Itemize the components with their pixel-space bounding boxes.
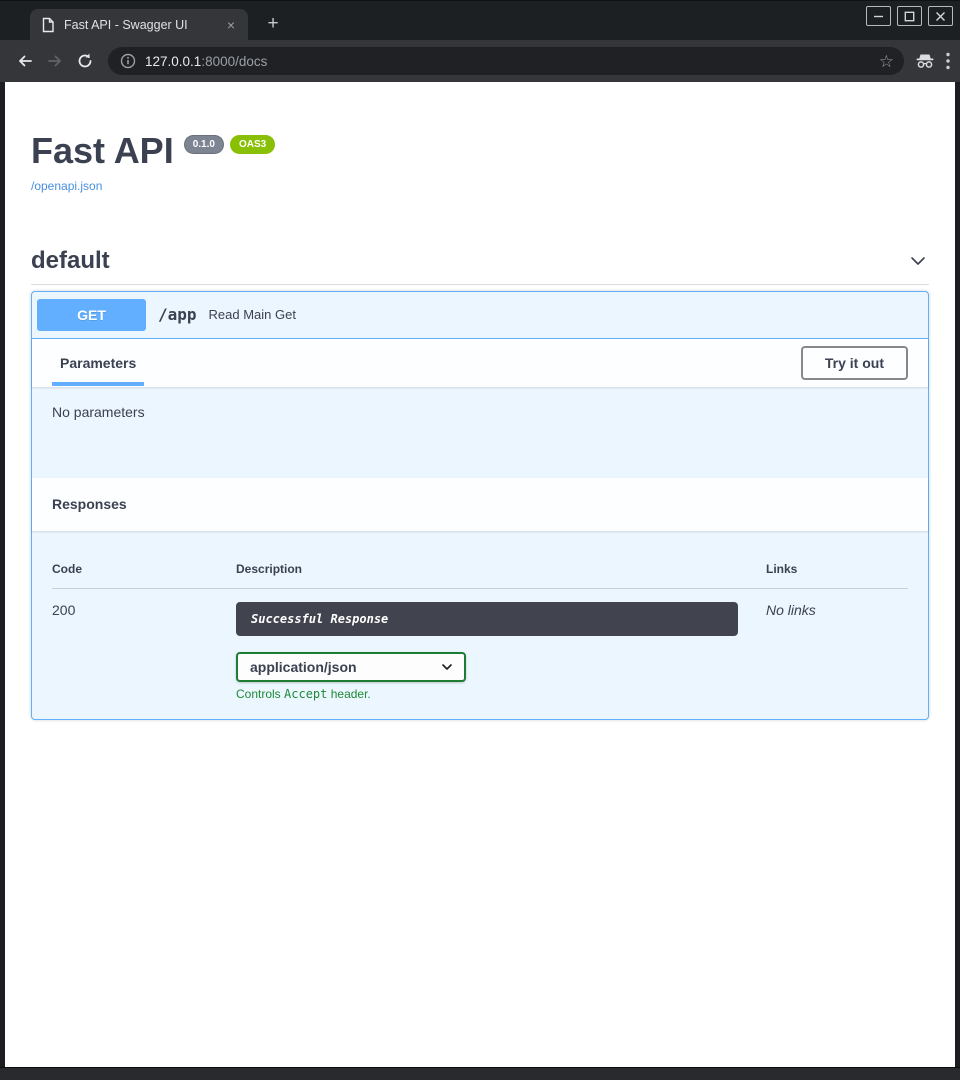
- column-links: Links: [766, 562, 908, 576]
- site-info-icon[interactable]: [120, 53, 136, 69]
- accept-note-code: Accept: [284, 687, 327, 701]
- page-icon: [40, 17, 56, 33]
- response-description: Successful Response: [236, 602, 738, 636]
- api-info: Fast API 0.1.0 OAS3 /openapi.json: [31, 132, 929, 195]
- responses-header: Responses: [32, 478, 928, 531]
- responses-body: Code Description Links 200 Successful Re…: [32, 531, 928, 719]
- operation-path: /app: [158, 305, 197, 324]
- column-description: Description: [236, 562, 766, 576]
- titlebar: Fast API - Swagger UI × +: [0, 0, 960, 40]
- openapi-spec-link[interactable]: /openapi.json: [31, 179, 102, 193]
- accept-note-suffix: header.: [327, 687, 370, 701]
- window-frame-bottom: [0, 1067, 960, 1080]
- page-title: Fast API: [31, 132, 174, 170]
- tag-section-default: default GET /app Read Main Get Param: [31, 247, 929, 720]
- method-badge: GET: [37, 299, 146, 331]
- response-description-cell: Successful Response application/json: [236, 602, 766, 701]
- back-icon[interactable]: [10, 46, 40, 76]
- parameters-body: No parameters: [32, 387, 928, 478]
- oas-badge: OAS3: [230, 135, 275, 154]
- browser-window: Fast API - Swagger UI × +: [0, 0, 960, 1080]
- api-badges: 0.1.0 OAS3: [184, 135, 275, 154]
- response-code: 200: [52, 602, 236, 701]
- parameters-header: Parameters Try it out: [32, 339, 928, 387]
- opblock-summary[interactable]: GET /app Read Main Get: [32, 292, 928, 339]
- incognito-icon: [914, 51, 936, 71]
- chevron-down-icon[interactable]: [907, 250, 929, 272]
- response-links: No links: [766, 602, 908, 701]
- menu-icon[interactable]: [946, 52, 950, 70]
- page-content: Fast API 0.1.0 OAS3 /openapi.json defaul…: [5, 82, 955, 1067]
- reload-icon[interactable]: [70, 46, 100, 76]
- close-icon[interactable]: [928, 6, 953, 26]
- tab-close-icon[interactable]: ×: [222, 16, 240, 34]
- responses-title: Responses: [52, 496, 127, 512]
- responses-table-header: Code Description Links: [52, 562, 908, 589]
- url-path: :8000/docs: [201, 54, 267, 69]
- media-type-value: application/json: [250, 659, 440, 675]
- opblock-get-app: GET /app Read Main Get Parameters Try it…: [31, 291, 929, 720]
- tab-title: Fast API - Swagger UI: [64, 18, 222, 32]
- address-bar[interactable]: 127.0.0.1:8000/docs ☆: [108, 47, 904, 75]
- media-type-select[interactable]: application/json: [236, 652, 466, 682]
- window-controls: [866, 6, 953, 26]
- accept-header-note: Controls Accept header.: [236, 687, 766, 701]
- version-badge: 0.1.0: [184, 135, 224, 154]
- no-parameters-message: No parameters: [52, 404, 145, 420]
- accept-note-prefix: Controls: [236, 687, 284, 701]
- table-row: 200 Successful Response application/json: [52, 589, 908, 701]
- try-it-out-button[interactable]: Try it out: [801, 346, 908, 380]
- url-host: 127.0.0.1: [145, 54, 201, 69]
- browser-tab[interactable]: Fast API - Swagger UI ×: [30, 9, 248, 41]
- column-code: Code: [52, 562, 236, 576]
- new-tab-icon[interactable]: +: [260, 11, 286, 37]
- url-text: 127.0.0.1:8000/docs: [145, 54, 267, 69]
- tag-header[interactable]: default: [31, 247, 929, 285]
- operation-summary: Read Main Get: [209, 307, 296, 322]
- minimize-icon[interactable]: [866, 6, 891, 26]
- browser-toolbar: 127.0.0.1:8000/docs ☆: [0, 40, 960, 82]
- maximize-icon[interactable]: [897, 6, 922, 26]
- toolbar-right: [914, 51, 950, 71]
- tab-parameters[interactable]: Parameters: [52, 355, 144, 371]
- bookmark-star-icon[interactable]: ☆: [879, 53, 894, 70]
- tag-name: default: [31, 247, 110, 275]
- forward-icon[interactable]: [40, 46, 70, 76]
- select-chevron-icon: [440, 660, 454, 674]
